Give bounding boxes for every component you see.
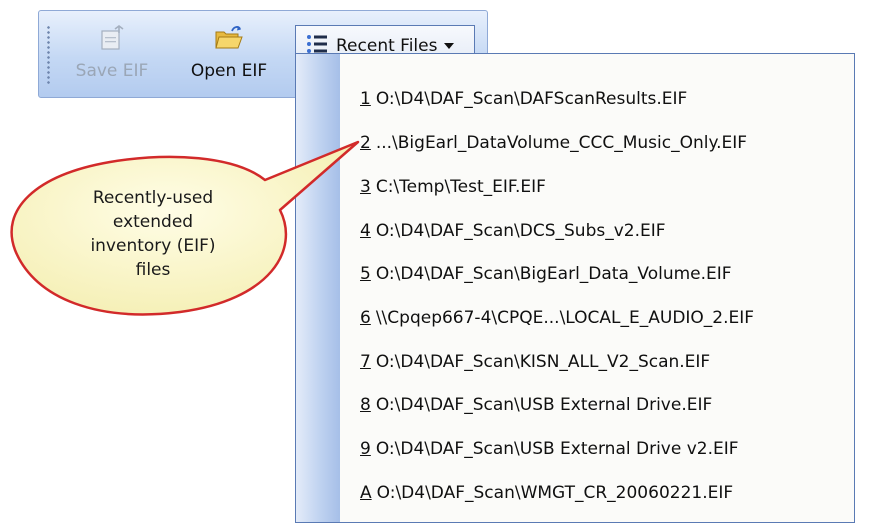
callout-line: files bbox=[135, 260, 171, 280]
save-eif-label: Save EIF bbox=[75, 61, 149, 81]
recent-file-item[interactable]: 4 O:\D4\DAF_Scan\DCS_Subs_v2.EIF bbox=[360, 216, 666, 246]
recent-file-item[interactable]: 9 O:\D4\DAF_Scan\USB External Drive v2.EI… bbox=[360, 434, 739, 464]
recent-file-item[interactable]: 5 O:\D4\DAF_Scan\BigEarl_Data_Volume.EIF bbox=[360, 259, 732, 289]
recent-file-item[interactable]: 3 C:\Temp\Test_EIF.EIF bbox=[360, 172, 546, 202]
recent-file-path: ...\BigEarl_DataVolume_CCC_Music_Only.EI… bbox=[375, 133, 748, 153]
save-eif-button[interactable]: Save EIF bbox=[67, 11, 157, 97]
recent-file-item[interactable]: 8 O:\D4\DAF_Scan\USB External Drive.EIF bbox=[360, 390, 712, 420]
recent-file-path: O:\D4\DAF_Scan\BigEarl_Data_Volume.EIF bbox=[375, 264, 732, 284]
menu-accelerator: 7 bbox=[360, 352, 371, 372]
callout-line: inventory (EIF) bbox=[90, 236, 216, 256]
recent-file-item[interactable]: 6 \\Cpqep667-4\CPQE...\LOCAL_E_AUDIO_2.EI… bbox=[360, 303, 754, 333]
caret-down-icon bbox=[444, 42, 455, 49]
menu-accelerator: 9 bbox=[360, 439, 371, 459]
open-eif-label: Open EIF bbox=[190, 61, 268, 81]
recent-file-item[interactable]: 2 ...\BigEarl_DataVolume_CCC_Music_Only.E… bbox=[360, 128, 747, 158]
menu-accelerator: 1 bbox=[360, 89, 371, 109]
menu-accelerator: 8 bbox=[360, 395, 371, 415]
recent-file-path: O:\D4\DAF_Scan\USB External Drive.EIF bbox=[375, 395, 713, 415]
recent-file-item[interactable]: 1 O:\D4\DAF_Scan\DAFScanResults.EIF bbox=[360, 84, 687, 114]
callout-line: Recently-used bbox=[92, 188, 214, 208]
recent-file-path: O:\D4\DAF_Scan\KISN_ALL_V2_Scan.EIF bbox=[375, 352, 711, 372]
callout-line: extended bbox=[112, 212, 194, 232]
callout-text: Recently-used extended inventory (EIF) f… bbox=[48, 186, 258, 282]
toolbar-grip[interactable] bbox=[47, 25, 50, 85]
save-document-icon bbox=[98, 25, 126, 55]
recent-file-item[interactable]: A O:\D4\DAF_Scan\WMGT_CR_20060221.EIF bbox=[360, 478, 733, 508]
menu-accelerator: A bbox=[360, 483, 372, 503]
open-eif-button[interactable]: Open EIF bbox=[184, 11, 274, 97]
recent-file-path: \\Cpqep667-4\CPQE...\LOCAL_E_AUDIO_2.EIF bbox=[375, 308, 755, 328]
recent-file-path: O:\D4\DAF_Scan\USB External Drive v2.EIF bbox=[375, 439, 739, 459]
recent-file-path: O:\D4\DAF_Scan\DAFScanResults.EIF bbox=[375, 89, 688, 109]
recent-file-path: C:\Temp\Test_EIF.EIF bbox=[375, 177, 546, 197]
recent-file-item[interactable]: 7 O:\D4\DAF_Scan\KISN_ALL_V2_Scan.EIF bbox=[360, 347, 710, 377]
open-folder-icon bbox=[214, 25, 244, 55]
recent-file-path: O:\D4\DAF_Scan\DCS_Subs_v2.EIF bbox=[375, 221, 666, 241]
recent-file-path: O:\D4\DAF_Scan\WMGT_CR_20060221.EIF bbox=[376, 483, 734, 503]
